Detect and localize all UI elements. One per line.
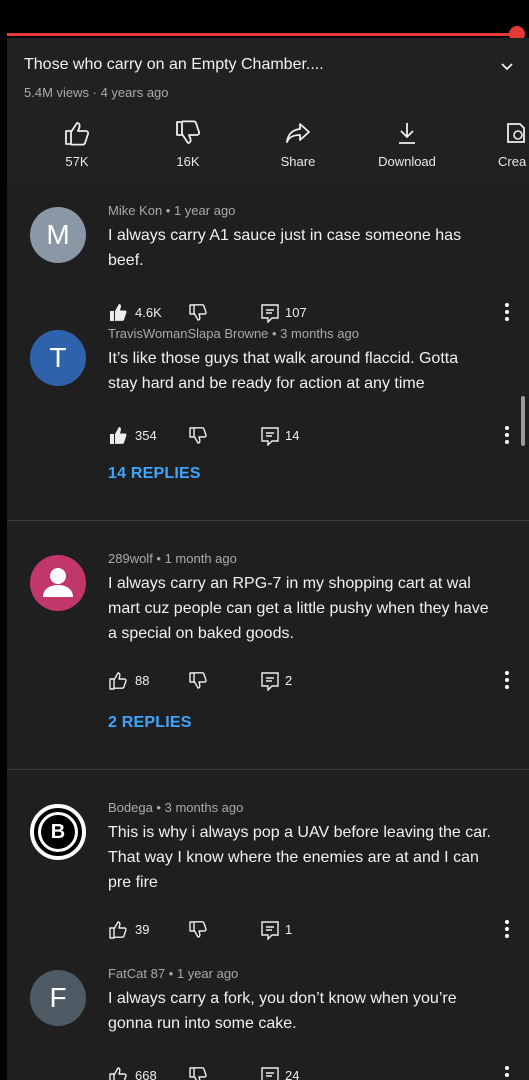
like-count: 57K [65, 154, 89, 169]
dislike-count: 16K [176, 154, 200, 169]
comment-actions: 668 24 [108, 1064, 518, 1080]
comment-like-count: 88 [135, 673, 150, 688]
reply-icon[interactable] [260, 426, 280, 446]
comment-divider [7, 769, 529, 770]
download-icon [399, 123, 415, 144]
chevron-down-icon[interactable] [499, 58, 515, 74]
thumbs-up-icon[interactable] [108, 671, 128, 691]
dislike-video-button[interactable]: 16K [148, 120, 228, 169]
scrollbar[interactable] [521, 396, 525, 446]
download-label: Download [378, 154, 436, 169]
comment-text-line: This is why i always pop a UAV before le… [108, 824, 491, 841]
video-info-header: Those who carry on an Empty Chamber.... … [7, 38, 529, 185]
default-user-icon [43, 568, 73, 597]
comment-text: I always carry an RPG-7 in my shopping c… [108, 571, 513, 646]
thumbs-down-icon[interactable] [188, 426, 208, 446]
thumbs-down-icon[interactable] [188, 920, 208, 940]
video-progress-bar[interactable] [7, 33, 517, 36]
comment-author-meta[interactable]: 289wolf • 1 month ago [108, 551, 237, 566]
comment-author-meta[interactable]: Mike Kon • 1 year ago [108, 203, 235, 218]
create-label: Crea [498, 154, 527, 169]
comment-like-count: 39 [135, 922, 150, 937]
video-meta: 5.4M views · 4 years ago [24, 85, 169, 100]
comment-author-meta[interactable]: FatCat 87 • 1 year ago [108, 966, 238, 981]
comment-reply-count: 14 [285, 428, 300, 443]
comment-reply-count: 24 [285, 1068, 300, 1080]
thumbs-down-icon[interactable] [188, 303, 208, 323]
comment-actions: 4.6K 107 [108, 301, 518, 325]
avatar[interactable] [30, 555, 86, 611]
more-options-icon[interactable] [505, 426, 509, 444]
avatar[interactable]: F [30, 970, 86, 1026]
comment-author-meta[interactable]: TravisWomanSlapa Browne • 3 months ago [108, 326, 359, 341]
comment-text-line: I always carry a fork, you don’t know wh… [108, 990, 457, 1007]
more-options-icon[interactable] [505, 303, 509, 321]
share-label: Share [280, 154, 316, 169]
comment-text: This is why i always pop a UAV before le… [108, 820, 513, 895]
comment-reply-count: 2 [285, 673, 293, 688]
avatar[interactable]: B [30, 804, 86, 860]
comment-text-line: That way I know where the enemies are at… [108, 849, 479, 866]
more-options-icon[interactable] [505, 671, 509, 689]
comment-text-line: It’s like those guys that walk around fl… [108, 350, 459, 367]
comment-text-line: gonna run into some cake. [108, 1015, 297, 1032]
comment-actions: 39 1 [108, 918, 518, 942]
share-icon [286, 123, 310, 143]
comment-text-line: a special on baked goods. [108, 625, 294, 642]
share-button[interactable]: Share [258, 120, 338, 169]
thumbs-down-icon[interactable] [188, 671, 208, 691]
thumbs-up-icon[interactable] [108, 920, 128, 940]
thumbs-down-icon [176, 120, 201, 144]
more-options-icon[interactable] [505, 1066, 509, 1080]
download-button[interactable]: Download [367, 120, 447, 169]
video-progress-fill [7, 33, 517, 36]
comment-text: I always carry A1 sauce just in case som… [108, 223, 513, 273]
more-options-icon[interactable] [505, 920, 509, 938]
like-video-button[interactable]: 57K [37, 120, 117, 169]
comment-text-line: stay hard and be ready for action at any… [108, 375, 425, 392]
thumbs-down-icon[interactable] [188, 1066, 208, 1080]
thumbs-up-icon[interactable] [108, 303, 128, 323]
comment-like-count: 668 [135, 1068, 157, 1080]
comment-actions: 88 2 [108, 669, 518, 693]
thumbs-up-icon [65, 122, 90, 146]
video-title[interactable]: Those who carry on an Empty Chamber.... [24, 56, 324, 74]
comment-text-line: beef. [108, 252, 144, 269]
comment-like-count: 354 [135, 428, 157, 443]
avatar[interactable]: M [30, 207, 86, 263]
comment-divider [7, 520, 529, 521]
create-clip-icon [507, 123, 525, 143]
avatar[interactable]: T [30, 330, 86, 386]
thumbs-up-icon[interactable] [108, 426, 128, 446]
comment-reply-count: 1 [285, 922, 293, 937]
comment-text-line: I always carry A1 sauce just in case som… [108, 227, 462, 244]
create-button[interactable]: Crea [471, 120, 529, 169]
top-black-bar [0, 0, 529, 30]
comment-reply-count: 107 [285, 305, 307, 320]
comment-text: I always carry a fork, you don’t know wh… [108, 986, 513, 1036]
thumbs-up-icon[interactable] [108, 1066, 128, 1080]
comment-text-line: pre fire [108, 874, 158, 891]
comment-text-line: I always carry an RPG-7 in my shopping c… [108, 575, 471, 592]
view-replies-button[interactable]: 2 REPLIES [108, 714, 192, 732]
comment-text: It’s like those guys that walk around fl… [108, 346, 513, 396]
view-replies-button[interactable]: 14 REPLIES [108, 465, 201, 483]
comment-actions: 354 14 [108, 424, 518, 448]
reply-icon[interactable] [260, 671, 280, 691]
comment-like-count: 4.6K [135, 305, 162, 320]
reply-icon[interactable] [260, 920, 280, 940]
reply-icon[interactable] [260, 1066, 280, 1080]
avatar-letter: B [38, 812, 78, 852]
reply-icon[interactable] [260, 303, 280, 323]
comment-text-line: mart cuz people can get a little pushy w… [108, 600, 489, 617]
comment-author-meta[interactable]: Bodega • 3 months ago [108, 800, 243, 815]
